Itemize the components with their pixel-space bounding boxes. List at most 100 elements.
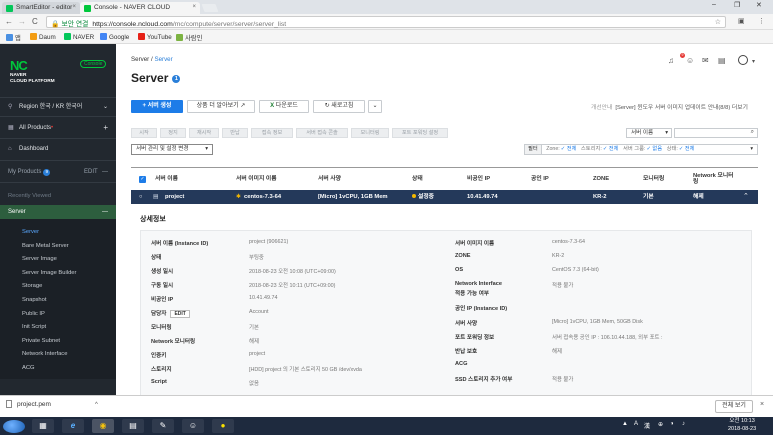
- bookmark-apps[interactable]: 앱: [6, 33, 21, 42]
- search-icon[interactable]: ⌕: [751, 129, 754, 136]
- system-clock[interactable]: 오전 10:13 2018-08-23: [728, 418, 756, 433]
- console-access-button[interactable]: 서버 접속 콘솔: [296, 128, 348, 138]
- column-header-private-ip[interactable]: 비공인 IP: [467, 168, 490, 190]
- menu-icon[interactable]: ⋮: [758, 17, 765, 25]
- volume-icon[interactable]: ♪: [682, 421, 685, 427]
- submenu-network-interface[interactable]: Network Interface: [0, 348, 116, 362]
- restart-button[interactable]: 재시작: [189, 128, 219, 138]
- chrome-icon[interactable]: ◉: [92, 419, 114, 433]
- learn-more-button[interactable]: 상품 더 알아보기 ↗: [187, 100, 255, 113]
- column-header-name[interactable]: 서버 이름: [155, 168, 178, 190]
- row-radio[interactable]: ○: [139, 190, 143, 204]
- region-selector[interactable]: ⚲ Region 한국 / KR 한국어 ⌄: [0, 100, 116, 114]
- app-icon[interactable]: ✎: [152, 419, 174, 433]
- submenu-init-script[interactable]: Init Script: [0, 321, 116, 335]
- column-header-status[interactable]: 상태: [412, 168, 423, 190]
- network-icon[interactable]: ⊕: [658, 421, 663, 428]
- server-management-select[interactable]: 서버 관리 및 설정 변경 ▾: [131, 144, 213, 155]
- owner-edit-button[interactable]: EDIT: [170, 310, 190, 318]
- bookmark-saramin[interactable]: 사람인: [176, 33, 202, 42]
- sidebar-item-server[interactable]: Server —: [0, 205, 116, 219]
- breadcrumb-root[interactable]: Server: [131, 56, 149, 63]
- back-icon[interactable]: ←: [5, 17, 13, 26]
- kakaotalk-icon[interactable]: ●: [212, 419, 234, 433]
- port-forwarding-button[interactable]: 포트 포워딩 설정: [392, 128, 448, 138]
- my-products-edit-button[interactable]: EDIT: [84, 165, 98, 179]
- start-button[interactable]: 시작: [131, 128, 157, 138]
- monitoring-button[interactable]: 모니터링: [351, 128, 389, 138]
- file-explorer-icon[interactable]: ▦: [32, 419, 54, 433]
- submenu-server-image[interactable]: Server Image: [0, 253, 116, 267]
- submenu-bare-metal-server[interactable]: Bare Metal Server: [0, 240, 116, 254]
- submenu-storage[interactable]: Storage: [0, 280, 116, 294]
- show-all-downloads-button[interactable]: 전체 보기: [715, 400, 753, 413]
- sidebar-item-dashboard[interactable]: ⌂ Dashboard: [0, 142, 116, 156]
- column-header-monitoring[interactable]: 모니터링: [643, 168, 664, 190]
- filter-bar[interactable]: 필터 Zone:✓ 전체 스토리지:✓ 전체 서버 그룹:✓ 없음 상태:✓ 전…: [524, 144, 758, 155]
- bookmark-google[interactable]: Google: [100, 33, 129, 41]
- app-icon[interactable]: ▤: [122, 419, 144, 433]
- plus-icon[interactable]: +: [103, 121, 108, 135]
- submenu-server[interactable]: Server: [0, 226, 116, 240]
- column-header-image[interactable]: 서버 이미지 이름: [236, 168, 277, 190]
- start-button[interactable]: [3, 420, 25, 433]
- connection-info-button[interactable]: 접속 정보: [251, 128, 293, 138]
- internet-explorer-icon[interactable]: e: [62, 419, 84, 433]
- minus-icon[interactable]: —: [102, 165, 108, 179]
- bookmark-daum[interactable]: Daum: [30, 33, 56, 41]
- minimize-icon[interactable]: –: [712, 1, 716, 8]
- docs-icon[interactable]: ▤: [718, 56, 726, 65]
- terminate-button[interactable]: 반납: [222, 128, 248, 138]
- notice-banner[interactable]: 개선안내 [Server] 윈도우 서버 이미지 업데이트 안내(8/8) 더보기: [591, 102, 748, 111]
- column-header-public-ip[interactable]: 공인 IP: [531, 168, 549, 190]
- bookmark-naver[interactable]: NAVER: [64, 33, 94, 41]
- battery-icon[interactable]: ◑: [670, 421, 674, 427]
- minus-icon[interactable]: —: [102, 205, 108, 219]
- column-header-zone[interactable]: ZONE: [593, 168, 609, 190]
- download-button[interactable]: X 다운로드: [259, 100, 309, 113]
- submenu-acg[interactable]: ACG: [0, 362, 116, 376]
- hanja-icon[interactable]: 漢: [644, 421, 650, 430]
- app-icon[interactable]: ☺: [182, 419, 204, 433]
- download-item[interactable]: project.pem: [6, 400, 51, 408]
- submenu-server-image-builder[interactable]: Server Image Builder: [0, 267, 116, 281]
- close-tab-icon[interactable]: ×: [192, 4, 196, 10]
- search-input[interactable]: ⌕: [674, 128, 758, 138]
- sidebar-item-my-products[interactable]: My Products 9 EDIT —: [0, 165, 116, 179]
- search-field-select[interactable]: 서버 이름 ▾: [626, 128, 672, 138]
- ime-icon[interactable]: A: [634, 421, 638, 427]
- column-header-network-monitoring[interactable]: Network 모니터링: [693, 168, 737, 190]
- close-tab-icon[interactable]: ×: [72, 4, 76, 10]
- filter-value-zone[interactable]: ✓ 전체: [561, 146, 577, 152]
- submenu-snapshot[interactable]: Snapshot: [0, 294, 116, 308]
- refresh-button[interactable]: ↻ 새로고침: [313, 100, 365, 113]
- tray-expand-icon[interactable]: ▲: [622, 421, 628, 427]
- forward-icon[interactable]: →: [18, 17, 26, 26]
- bookmark-star-icon[interactable]: ☆: [715, 18, 721, 26]
- bookmark-youtube[interactable]: YouTube: [138, 33, 172, 41]
- tab-console[interactable]: Console - NAVER CLOUD ×: [80, 2, 200, 14]
- new-tab-button[interactable]: [201, 4, 219, 12]
- create-server-button[interactable]: + 서버 생성: [131, 100, 183, 113]
- avatar-chevron-down-icon[interactable]: ▾: [752, 58, 755, 65]
- extension-icon[interactable]: ▣: [738, 17, 745, 25]
- table-row[interactable]: ○ ▤ project ✱ centos-7.3-64 [Micro] 1vCP…: [131, 190, 758, 204]
- help-icon[interactable]: 1: [172, 75, 181, 83]
- select-all-checkbox[interactable]: ✓: [139, 176, 146, 183]
- column-header-spec[interactable]: 서버 사양: [318, 168, 341, 190]
- stop-button[interactable]: 정지: [160, 128, 186, 138]
- filter-value-status[interactable]: ✓ 전체: [679, 146, 695, 152]
- ncloud-logo[interactable]: NC NAVER CLOUD PLATFORM: [10, 58, 55, 84]
- mail-icon[interactable]: ✉: [702, 56, 709, 65]
- collapse-chevron-up-icon[interactable]: ⌃: [743, 190, 749, 204]
- filter-value-server-group[interactable]: ✓ 없음: [646, 146, 662, 152]
- support-icon[interactable]: ☺: [686, 56, 694, 65]
- url-input[interactable]: 🔒 보안 연결 https://console.ncloud.com/mc/comp…: [46, 16, 726, 28]
- user-avatar[interactable]: [738, 55, 748, 65]
- submenu-private-subnet[interactable]: Private Subnet: [0, 335, 116, 349]
- close-window-icon[interactable]: ✕: [756, 1, 762, 9]
- notice-more-link[interactable]: 더보기: [732, 105, 748, 111]
- filter-value-storage[interactable]: ✓ 전체: [603, 146, 619, 152]
- submenu-public-ip[interactable]: Public IP: [0, 308, 116, 322]
- more-dropdown-button[interactable]: ⌄: [368, 100, 382, 113]
